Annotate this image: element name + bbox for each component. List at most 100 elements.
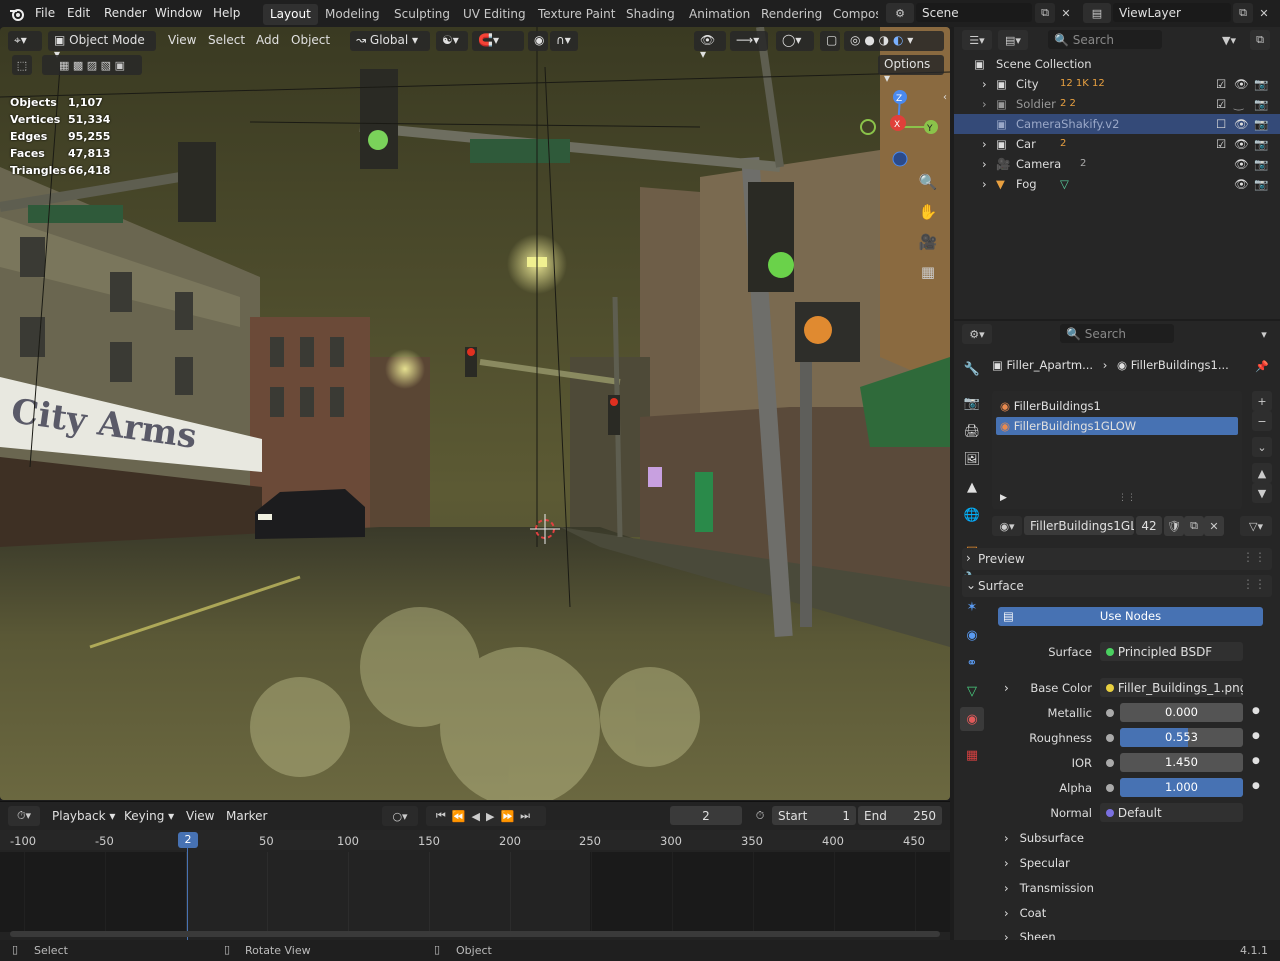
new-collection-icon[interactable]: ⧉ [1250,30,1270,50]
delete-scene-icon[interactable]: ✕ [1056,3,1076,23]
shading-mode-group[interactable]: ◎ ● ◑ ◐ ▾ [844,31,944,51]
physics-tab-icon[interactable]: ◉ [960,623,984,647]
end-frame-field[interactable]: End 250 [858,806,942,825]
wireframe-shading-icon[interactable]: ◎ [850,33,860,47]
next-keyframe-icon[interactable]: ⏩ [500,810,520,823]
camera-render-icon[interactable]: 📷 [1254,177,1268,191]
stopwatch-icon[interactable]: ⏱ [750,806,770,826]
data-tab-icon[interactable]: ▽ [960,679,984,703]
keyframe-dot-icon[interactable]: ● [1252,781,1260,791]
outliner-search-input[interactable]: 🔍 Search [1048,30,1162,49]
material-slot[interactable]: ◉ FillerBuildings1 [996,397,1238,415]
material-slot-active[interactable]: ◉ FillerBuildings1GLOW [996,417,1238,435]
menu-help[interactable]: Help [213,6,240,20]
viewport-menu-object[interactable]: Object [285,31,336,51]
surface-shader-field[interactable]: Principled BSDF [1100,642,1243,661]
viewport-menu-view[interactable]: View [162,31,202,51]
outliner-root-row[interactable]: ▣ Scene Collection [954,54,1280,74]
falloff-icon[interactable]: ∩▾ [550,31,578,51]
exclude-checkbox-icon[interactable]: ☑ [1216,137,1226,151]
eye-icon[interactable]: 👁 [1234,177,1249,191]
add-slot-icon[interactable]: + [1252,391,1272,411]
view-layer-tab-icon[interactable]: 🖼 [960,447,984,471]
keyframe-dot-icon[interactable]: ● [1252,756,1260,766]
solid-shading-icon[interactable]: ● [864,33,874,47]
workspace-tab-texture-paint[interactable]: Texture Paint [531,4,622,25]
delete-view-layer-icon[interactable]: ✕ [1254,3,1274,23]
editor-type-icon[interactable]: ⌖▾ [8,31,42,51]
snap-icon[interactable]: 🧲▾ [472,31,524,51]
workspace-tab-compositing[interactable]: Compos [826,4,878,25]
render-tab-icon[interactable]: 📷 [960,391,984,415]
jump-start-icon[interactable]: ⏮ [436,809,452,823]
menu-window[interactable]: Window [155,6,202,20]
workspace-tab-sculpting[interactable]: Sculpting [387,4,457,25]
keyframe-dot-icon[interactable]: ● [1252,731,1260,741]
properties-editor-type-icon[interactable]: ⚙▾ [962,324,992,344]
subpanel-sheen[interactable]: › Sheen [1004,930,1056,940]
sidebar-toggle-icon[interactable]: ‹ [943,92,947,103]
material-name-field[interactable]: FillerBuildings1GL... [1024,516,1134,535]
gizmo-toggle-icon[interactable]: ⟶▾ [730,31,768,51]
select-mode-icons[interactable]: ▦ ▩ ▨ ▧ ▣ [42,55,142,75]
jump-end-icon[interactable]: ⏭ [520,809,536,823]
play-icon[interactable]: ▶ [486,810,500,823]
material-tab-icon[interactable]: ◉ [960,707,984,731]
normal-input-field[interactable]: Default [1100,803,1243,822]
expand-chevron-icon[interactable]: › [982,157,987,171]
chevron-down-icon[interactable]: ▾ [1254,324,1274,344]
use-nodes-button[interactable]: ▤ Use Nodes [998,607,1263,626]
playhead-frame-badge[interactable]: 2 [178,832,198,848]
fake-user-shield-icon[interactable]: 🛡 [1164,516,1184,536]
expand-chevron-icon[interactable]: › [982,177,987,191]
surface-panel-header[interactable]: ⌄ Surface ⋮⋮ [962,575,1272,597]
subpanel-subsurface[interactable]: › Subsurface [1004,831,1084,845]
outliner-row-car[interactable]: › ▣ Car 2 ☑ 👁 📷 [954,134,1280,154]
timeline-playback-menu[interactable]: Playback ▾ [46,806,116,825]
eye-closed-icon[interactable]: ‿ [1234,97,1243,111]
eye-icon[interactable]: 👁 [1234,77,1249,91]
texture-tab-icon[interactable]: ▦ [960,743,984,767]
camera-render-icon[interactable]: 📷 [1254,117,1268,131]
eye-icon[interactable]: 👁 [1234,117,1249,131]
list-expand-icon[interactable]: ▶ [1000,493,1007,503]
scene-name-field[interactable]: Scene [916,3,1032,22]
expand-chevron-icon[interactable]: › [1004,681,1009,695]
outliner-row-fog[interactable]: › ▼ Fog ▽ 👁 📷 [954,174,1280,194]
outliner-editor-type-icon[interactable]: ☰▾ [962,30,992,50]
xray-icon[interactable]: ▢ [820,31,840,51]
auto-keying-icon[interactable]: ○▾ [382,806,418,826]
timeline-keying-menu[interactable]: Keying ▾ [118,806,176,825]
timeline-view-menu[interactable]: View [180,806,220,825]
expand-chevron-icon[interactable]: › [982,77,987,91]
timeline-editor-type-icon[interactable]: ⏱▾ [8,806,40,826]
tool-tab-icon[interactable]: 🔧 [960,357,984,381]
output-tab-icon[interactable]: 🖨 [960,419,984,443]
camera-view-icon[interactable]: 🎥 [918,232,938,252]
playback-controls[interactable]: ⏮ ⏪ ◀ ▶ ⏩ ⏭ [426,806,546,826]
roughness-slider[interactable]: 0.553 [1120,728,1243,747]
remove-slot-icon[interactable]: − [1252,411,1272,431]
workspace-tab-rendering[interactable]: Rendering [754,4,829,25]
menu-render[interactable]: Render [104,6,147,20]
world-tab-icon[interactable]: 🌐 [960,503,984,527]
play-reverse-icon[interactable]: ◀ [472,810,486,823]
current-frame-field[interactable]: 2 [670,806,742,825]
constraints-tab-icon[interactable]: ⚭ [960,651,984,675]
workspace-tab-shading[interactable]: Shading [619,4,682,25]
list-resize-handle-icon[interactable]: ⋮⋮ [1118,493,1136,503]
visibility-icon[interactable]: 👁▾ [694,31,726,61]
perspective-grid-icon[interactable]: ▦ [918,262,938,282]
unlink-material-icon[interactable]: ✕ [1204,516,1224,536]
exclude-checkbox-icon[interactable]: ☐ [1216,117,1226,131]
camera-render-icon[interactable]: 📷 [1254,97,1268,111]
outliner-row-soldier[interactable]: › ▣ Soldier 2 2 ☑ ‿ 📷 [954,94,1280,114]
menu-edit[interactable]: Edit [67,6,90,20]
new-scene-icon[interactable]: ⧉ [1035,3,1055,23]
ior-field[interactable]: 1.450 [1120,753,1243,772]
chevron-down-icon[interactable]: ▾ [907,33,913,47]
zoom-icon[interactable]: 🔍 [918,172,938,192]
subpanel-specular[interactable]: › Specular [1004,856,1070,870]
alpha-slider[interactable]: 1.000 [1120,778,1243,797]
move-down-icon[interactable]: ▼ [1252,483,1272,503]
